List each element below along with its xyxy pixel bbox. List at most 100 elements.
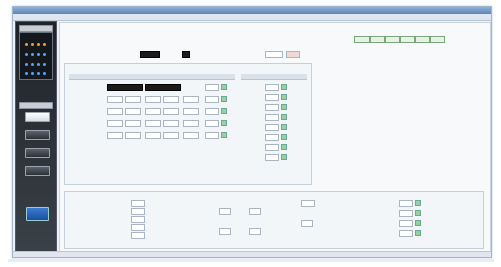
- dot-icon: [37, 72, 40, 75]
- table-cell[interactable]: [205, 132, 219, 139]
- edit-icon[interactable]: [415, 200, 421, 206]
- edit-icon[interactable]: [221, 96, 227, 102]
- action-button[interactable]: [415, 36, 430, 43]
- edit-icon[interactable]: [281, 124, 287, 130]
- table-cell[interactable]: [125, 132, 141, 139]
- param-field[interactable]: [265, 144, 279, 151]
- action-button[interactable]: [430, 36, 445, 43]
- table-cell[interactable]: [205, 96, 219, 103]
- sidebar-button[interactable]: [25, 148, 50, 158]
- setting-field[interactable]: [301, 200, 315, 207]
- sidebar-button[interactable]: [25, 112, 50, 122]
- settings-group: [64, 191, 484, 249]
- close-button[interactable]: [286, 51, 300, 58]
- action-button[interactable]: [370, 36, 385, 43]
- edit-icon[interactable]: [281, 114, 287, 120]
- table-cell[interactable]: [145, 120, 161, 127]
- dot-icon: [43, 63, 46, 66]
- edit-icon[interactable]: [221, 84, 227, 90]
- table-cell[interactable]: [107, 108, 123, 115]
- edit-icon[interactable]: [281, 84, 287, 90]
- star-icon: [25, 43, 28, 46]
- table-cell[interactable]: [183, 120, 199, 127]
- param-field[interactable]: [265, 114, 279, 121]
- dot-icon: [43, 53, 46, 56]
- option-button[interactable]: [265, 51, 283, 58]
- sidebar-button[interactable]: [25, 166, 50, 176]
- table-cell[interactable]: [183, 96, 199, 103]
- setting-field[interactable]: [219, 208, 231, 215]
- dot-icon: [25, 72, 28, 75]
- sidebar-header: [19, 25, 53, 32]
- dot-icon: [25, 53, 28, 56]
- setting-field[interactable]: [131, 200, 145, 207]
- table-header: [241, 74, 307, 80]
- setting-field[interactable]: [131, 224, 145, 231]
- menu-bar: [13, 14, 491, 21]
- table-cell[interactable]: [205, 84, 219, 91]
- table-cell[interactable]: [145, 132, 161, 139]
- param-field[interactable]: [265, 134, 279, 141]
- table-cell[interactable]: [205, 108, 219, 115]
- table-cell[interactable]: [163, 108, 179, 115]
- sidebar-section-header: [19, 102, 53, 109]
- table-cell[interactable]: [163, 132, 179, 139]
- edit-icon[interactable]: [281, 154, 287, 160]
- table-cell[interactable]: [205, 120, 219, 127]
- edit-icon[interactable]: [281, 94, 287, 100]
- table-cell[interactable]: [125, 120, 141, 127]
- table-cell[interactable]: [107, 84, 143, 91]
- setting-field[interactable]: [249, 228, 261, 235]
- table-cell[interactable]: [125, 96, 141, 103]
- edit-icon[interactable]: [415, 220, 421, 226]
- setting-field[interactable]: [399, 210, 413, 217]
- setting-field[interactable]: [399, 200, 413, 207]
- setting-field[interactable]: [131, 208, 145, 215]
- setting-field[interactable]: [219, 228, 231, 235]
- param-field[interactable]: [265, 84, 279, 91]
- param-field[interactable]: [265, 154, 279, 161]
- logo-icon: [26, 207, 49, 221]
- setting-field[interactable]: [301, 220, 313, 227]
- param-field[interactable]: [265, 104, 279, 111]
- table-header: [69, 74, 235, 80]
- table-cell[interactable]: [183, 132, 199, 139]
- action-button[interactable]: [385, 36, 400, 43]
- param-field[interactable]: [265, 124, 279, 131]
- table-cell[interactable]: [145, 96, 161, 103]
- edit-icon[interactable]: [221, 132, 227, 138]
- table-cell[interactable]: [107, 120, 123, 127]
- edit-icon[interactable]: [415, 230, 421, 236]
- table-cell[interactable]: [107, 96, 123, 103]
- action-button[interactable]: [354, 36, 370, 43]
- status-bar: [13, 251, 491, 257]
- title-bar: [13, 7, 491, 14]
- edit-icon[interactable]: [221, 108, 227, 114]
- table-cell[interactable]: [183, 108, 199, 115]
- dot-icon: [43, 72, 46, 75]
- table-cell[interactable]: [163, 120, 179, 127]
- dot-icon: [37, 63, 40, 66]
- id-field[interactable]: [140, 51, 160, 58]
- main-panel: [59, 22, 491, 254]
- edit-icon[interactable]: [415, 210, 421, 216]
- edit-icon[interactable]: [281, 104, 287, 110]
- param-field[interactable]: [265, 94, 279, 101]
- table-cell[interactable]: [163, 96, 179, 103]
- table-cell[interactable]: [125, 108, 141, 115]
- table-cell[interactable]: [145, 84, 181, 91]
- table-cell[interactable]: [145, 108, 161, 115]
- edit-icon[interactable]: [281, 134, 287, 140]
- table-cell[interactable]: [107, 132, 123, 139]
- edit-icon[interactable]: [281, 144, 287, 150]
- setting-field[interactable]: [249, 208, 261, 215]
- action-button[interactable]: [400, 36, 415, 43]
- application-window: [12, 6, 492, 258]
- setting-field[interactable]: [131, 232, 145, 239]
- setting-field[interactable]: [131, 216, 145, 223]
- edit-icon[interactable]: [221, 120, 227, 126]
- setting-field[interactable]: [399, 230, 413, 237]
- sidebar-button[interactable]: [25, 130, 50, 140]
- mode-field[interactable]: [182, 51, 190, 58]
- setting-field[interactable]: [399, 220, 413, 227]
